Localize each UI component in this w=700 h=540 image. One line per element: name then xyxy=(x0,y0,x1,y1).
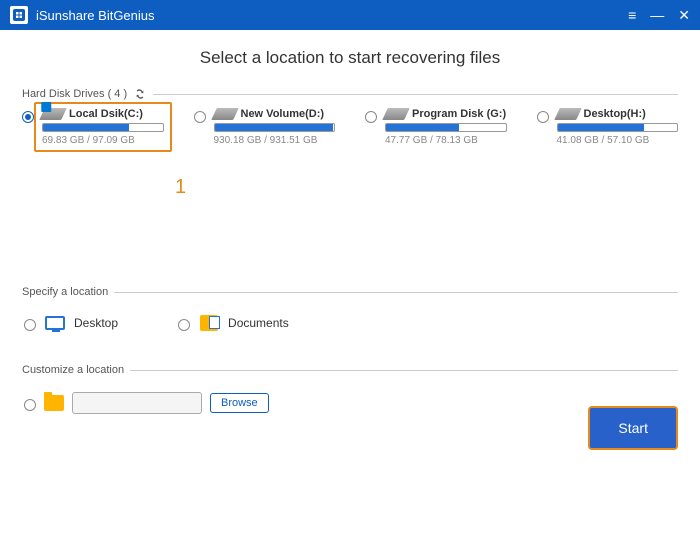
radio-icon[interactable] xyxy=(178,319,190,331)
drives-section: Hard Disk Drives ( 4 ) Local Dsik(C:) 69… xyxy=(22,88,678,268)
drive-name: Program Disk (G:) xyxy=(412,108,506,120)
desktop-icon xyxy=(45,316,65,330)
drive-option[interactable]: Local Dsik(C:) 69.83 GB / 97.09 GB xyxy=(22,108,164,146)
drive-option[interactable]: Desktop(H:) 41.08 GB / 57.10 GB xyxy=(537,108,679,146)
radio-icon[interactable] xyxy=(22,111,34,123)
page-title: Select a location to start recovering fi… xyxy=(22,48,678,68)
minimize-icon[interactable]: — xyxy=(650,7,664,24)
menu-icon[interactable]: ≡ xyxy=(628,7,636,24)
drive-option[interactable]: New Volume(D:) 930.18 GB / 931.51 GB xyxy=(194,108,336,146)
usage-bar xyxy=(557,123,679,132)
radio-icon[interactable] xyxy=(537,111,549,123)
usage-bar xyxy=(385,123,507,132)
custom-path-input[interactable] xyxy=(72,392,202,414)
specify-section-label: Specify a location xyxy=(22,286,108,298)
drive-name: Local Dsik(C:) xyxy=(69,108,143,120)
drive-size: 69.83 GB / 97.09 GB xyxy=(42,135,164,146)
usage-bar xyxy=(42,123,164,132)
disk-icon xyxy=(554,108,582,120)
refresh-icon[interactable] xyxy=(133,89,147,99)
disk-icon xyxy=(382,108,410,120)
usage-bar xyxy=(214,123,336,132)
drive-option[interactable]: Program Disk (G:) 47.77 GB / 78.13 GB xyxy=(365,108,507,146)
app-title: iSunshare BitGenius xyxy=(36,8,628,23)
disk-icon xyxy=(211,108,239,120)
radio-icon[interactable] xyxy=(24,399,36,411)
location-label: Desktop xyxy=(74,316,118,330)
specify-section: Specify a location Desktop Documents xyxy=(22,286,678,346)
location-label: Documents xyxy=(228,316,289,330)
start-button[interactable]: Start xyxy=(588,406,678,450)
drive-name: New Volume(D:) xyxy=(241,108,325,120)
location-documents[interactable]: Documents xyxy=(178,314,289,332)
radio-icon[interactable] xyxy=(365,111,377,123)
radio-icon[interactable] xyxy=(24,319,36,331)
drive-name: Desktop(H:) xyxy=(584,108,646,120)
folder-icon xyxy=(44,395,64,411)
location-desktop[interactable]: Desktop xyxy=(24,314,118,332)
drives-section-label: Hard Disk Drives ( 4 ) xyxy=(22,88,127,100)
close-icon[interactable]: ✕ xyxy=(678,7,690,24)
annotation-1: 1 xyxy=(175,176,186,199)
drive-size: 47.77 GB / 78.13 GB xyxy=(385,135,507,146)
documents-icon xyxy=(200,315,218,331)
titlebar: iSunshare BitGenius ≡ — ✕ xyxy=(0,0,700,30)
main-content: Select a location to start recovering fi… xyxy=(0,30,700,464)
customize-section: Customize a location Browse xyxy=(22,364,678,432)
browse-button[interactable]: Browse xyxy=(210,393,269,413)
disk-icon xyxy=(39,108,67,120)
customize-section-label: Customize a location xyxy=(22,364,124,376)
drive-size: 41.08 GB / 57.10 GB xyxy=(557,135,679,146)
radio-icon[interactable] xyxy=(194,111,206,123)
windows-badge-icon xyxy=(41,102,51,112)
app-logo-icon xyxy=(10,6,28,24)
drive-size: 930.18 GB / 931.51 GB xyxy=(214,135,336,146)
